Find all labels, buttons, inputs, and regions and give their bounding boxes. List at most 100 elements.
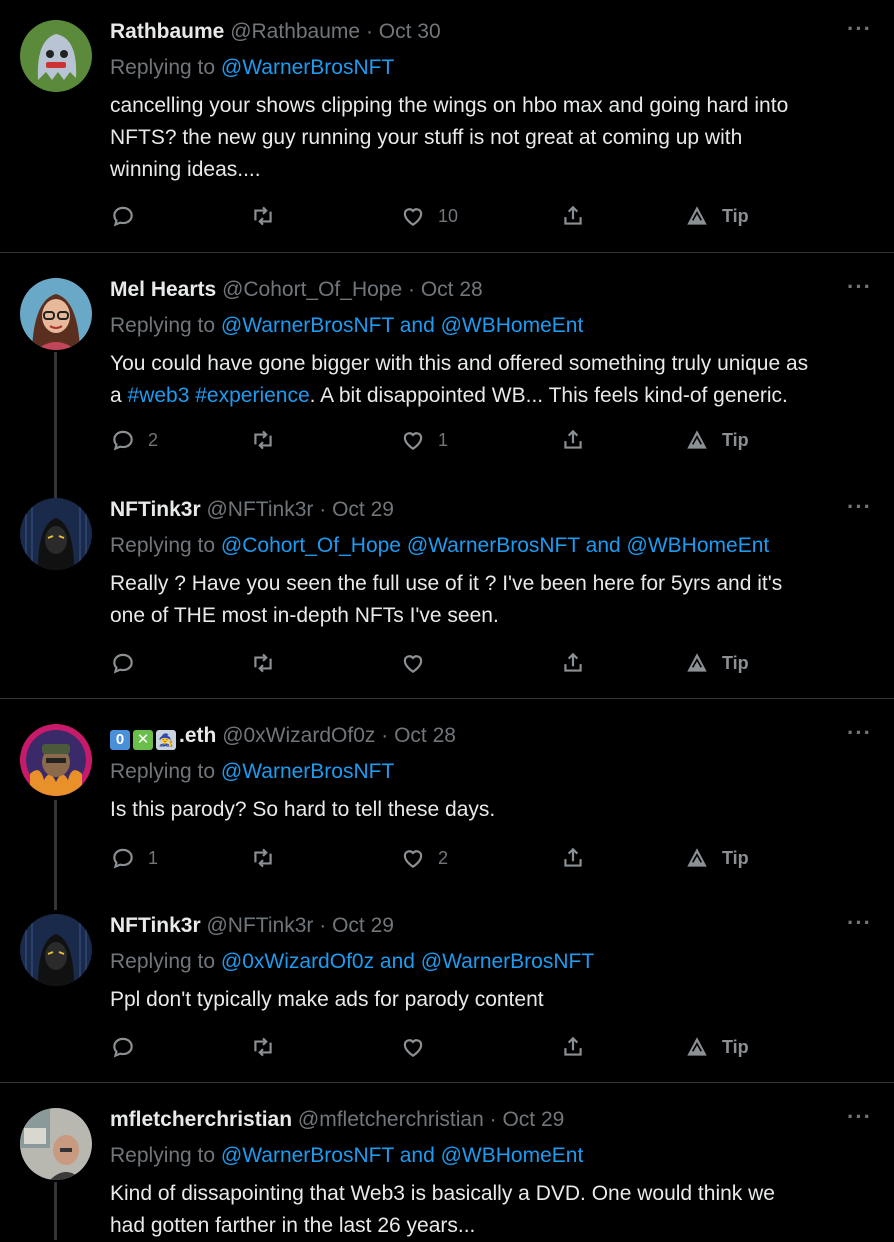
tweet-text-line: had gotten farther in the last 26 years.… (110, 1214, 476, 1237)
display-name[interactable]: Mel Hearts (110, 278, 216, 301)
retweet-icon (250, 650, 276, 676)
avatar[interactable] (20, 914, 92, 986)
tweet-text: cancelling your shows clipping the wings… (110, 90, 880, 186)
share-icon (560, 203, 586, 229)
divider (0, 1082, 894, 1083)
share-icon (560, 1034, 586, 1060)
handle[interactable]: @NFTink3r (206, 914, 313, 937)
timestamp[interactable]: Oct 29 (332, 914, 394, 937)
separator: · (365, 20, 373, 43)
avatar[interactable] (20, 20, 92, 92)
replying-to-link[interactable]: @WarnerBrosNFT and @WBHomeEnt (221, 1144, 583, 1167)
more-options-icon[interactable]: ··· (847, 494, 872, 520)
reply-button[interactable] (110, 203, 148, 229)
separator: · (381, 724, 389, 747)
more-options-icon[interactable]: ··· (847, 1104, 872, 1130)
reply-icon (110, 427, 136, 453)
text-segment: a (110, 384, 128, 407)
tweet-text: You could have gone bigger with this and… (110, 348, 880, 412)
divider (0, 252, 894, 253)
like-count: 10 (438, 205, 459, 226)
divider (0, 698, 894, 699)
heart-icon (400, 650, 426, 676)
text-segment: . A bit disappointed WB... This feels ki… (309, 384, 788, 407)
handle[interactable]: @0xWizardOf0z (222, 724, 375, 747)
avatar[interactable] (20, 724, 92, 796)
like-button[interactable]: 2 (400, 845, 448, 871)
replying-to-label: Replying to (110, 1144, 216, 1167)
more-options-icon[interactable]: ··· (847, 910, 872, 936)
replying-to-label: Replying to (110, 950, 216, 973)
more-options-icon[interactable]: ··· (847, 274, 872, 300)
share-icon (560, 845, 586, 871)
replying-to-link[interactable]: @WarnerBrosNFT and @WBHomeEnt (221, 314, 583, 337)
tip-button[interactable]: Tip (684, 427, 749, 453)
replying-to-link[interactable]: @WarnerBrosNFT (221, 56, 394, 79)
reply-icon (110, 845, 136, 871)
display-name[interactable]: NFTink3r (110, 914, 201, 937)
retweet-button[interactable] (250, 650, 288, 676)
hashtag-web3[interactable]: #web3 (128, 384, 190, 407)
avatar[interactable] (20, 278, 92, 350)
display-name[interactable]: Rathbaume (110, 20, 224, 43)
tweet-text-line: cancelling your shows clipping the wings… (110, 94, 789, 117)
timestamp[interactable]: Oct 28 (394, 724, 456, 747)
tweet-header: Mel Hearts @Cohort_Of_Hope · Oct 28 (110, 278, 483, 302)
handle[interactable]: @Cohort_Of_Hope (222, 278, 402, 301)
retweet-button[interactable] (250, 1034, 288, 1060)
reply-button[interactable] (110, 1034, 148, 1060)
timestamp[interactable]: Oct 29 (332, 498, 394, 521)
share-button[interactable] (560, 203, 586, 229)
man-photo-avatar-icon (20, 1108, 92, 1180)
tip-button[interactable]: Tip (684, 203, 749, 229)
tip-button[interactable]: Tip (684, 1034, 749, 1060)
retweet-button[interactable] (250, 203, 288, 229)
hashtag-experience[interactable]: #experience (195, 384, 309, 407)
like-count: 1 (438, 429, 449, 450)
thread-line-2 (54, 800, 57, 910)
share-button[interactable] (560, 427, 586, 453)
handle[interactable]: @mfletcherchristian (298, 1108, 484, 1131)
tweet-text-line: one of THE most in-depth NFTs I've seen. (110, 604, 499, 627)
like-button[interactable]: 10 (400, 203, 458, 229)
like-button[interactable] (400, 650, 438, 676)
like-button[interactable]: 1 (400, 427, 448, 453)
retweet-icon (250, 427, 276, 453)
handle[interactable]: @Rathbaume (230, 20, 360, 43)
share-button[interactable] (560, 845, 586, 871)
tip-label: Tip (722, 652, 749, 673)
timestamp[interactable]: Oct 28 (421, 278, 483, 301)
more-options-icon[interactable]: ··· (847, 16, 872, 42)
replying-to-link[interactable]: @0xWizardOf0z and @WarnerBrosNFT (221, 950, 594, 973)
reply-button[interactable]: 1 (110, 845, 158, 871)
like-button[interactable] (400, 1034, 438, 1060)
display-name[interactable]: mfletcherchristian (110, 1108, 292, 1131)
display-name[interactable]: .eth (179, 724, 216, 747)
retweet-button[interactable] (250, 845, 288, 871)
share-button[interactable] (560, 650, 586, 676)
share-button[interactable] (560, 1034, 586, 1060)
tip-button[interactable]: Tip (684, 650, 749, 676)
retweet-button[interactable] (250, 427, 288, 453)
reply-button[interactable]: 2 (110, 427, 158, 453)
tweet-text: Is this parody? So hard to tell these da… (110, 794, 880, 826)
replying-to: Replying to @0xWizardOf0z and @WarnerBro… (110, 950, 594, 974)
handle[interactable]: @NFTink3r (206, 498, 313, 521)
share-icon (560, 427, 586, 453)
tip-button[interactable]: Tip (684, 845, 749, 871)
reply-button[interactable] (110, 650, 148, 676)
tweet-text-line: a #web3 #experience. A bit disappointed … (110, 380, 880, 412)
avatar[interactable] (20, 498, 92, 570)
display-name[interactable]: NFTink3r (110, 498, 201, 521)
reply-icon (110, 1034, 136, 1060)
reply-count: 2 (148, 429, 159, 450)
reply-icon (110, 203, 136, 229)
timestamp[interactable]: Oct 29 (502, 1108, 564, 1131)
more-options-icon[interactable]: ··· (847, 720, 872, 746)
thread-line-1 (54, 352, 57, 500)
replying-to-link[interactable]: @Cohort_Of_Hope @WarnerBrosNFT and @WBHo… (221, 534, 769, 557)
timestamp[interactable]: Oct 30 (379, 20, 441, 43)
replying-to-link[interactable]: @WarnerBrosNFT (221, 760, 394, 783)
share-icon (560, 650, 586, 676)
avatar[interactable] (20, 1108, 92, 1180)
